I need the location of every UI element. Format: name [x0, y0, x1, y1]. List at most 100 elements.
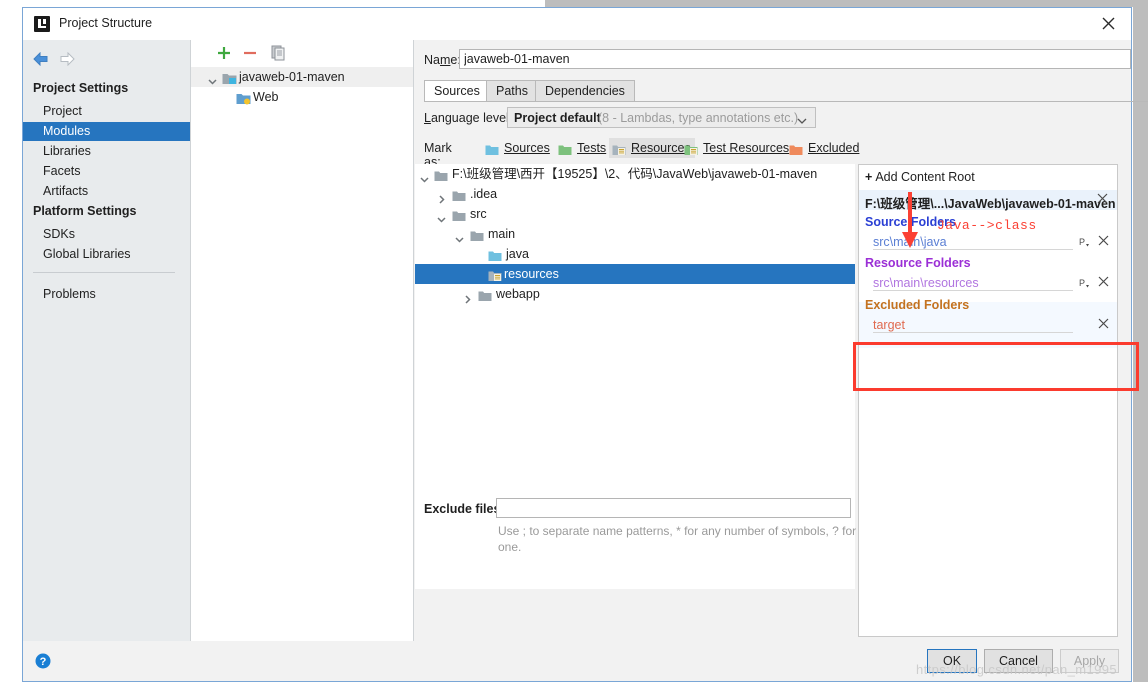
resources-folder-icon [612, 142, 626, 155]
tab-sources[interactable]: Sources [424, 80, 490, 102]
module-name-input[interactable] [459, 49, 1131, 69]
chevron-down-icon[interactable] [437, 210, 446, 223]
content-tree-row[interactable]: main [415, 224, 855, 244]
content-root-path: F:\班级管理\西开【19525】\2、代码\JavaWeb\javaweb-0… [452, 167, 818, 181]
content-root-row[interactable]: F:\班级管理\...\JavaWeb\javaweb-01-maven [859, 190, 1117, 211]
sidebar-item-artifacts[interactable]: Artifacts [23, 182, 190, 201]
close-icon[interactable] [1098, 318, 1109, 332]
sources-folder-icon [485, 142, 499, 155]
chevron-down-icon [797, 114, 807, 128]
chevron-down-icon[interactable] [455, 230, 464, 243]
project-structure-dialog: Project Structure Project Settings Proje… [22, 7, 1148, 682]
help-icon[interactable]: ? [35, 653, 51, 669]
folder-icon [470, 228, 484, 241]
mark-as-tests-button[interactable]: Tests [555, 138, 610, 158]
mark-as-tests-label: Tests [577, 141, 607, 155]
tests-folder-icon [558, 142, 572, 155]
resource-folder-row[interactable]: src\main\resources P [859, 274, 1117, 293]
modules-panel: javaweb-01-maven Web [191, 40, 413, 641]
chevron-down-icon[interactable] [420, 170, 429, 183]
content-tree-label: resources [504, 267, 559, 281]
plus-icon[interactable] [215, 44, 233, 62]
content-tree-label: main [488, 227, 516, 241]
sidebar-section-platform-settings: Platform Settings [33, 204, 137, 218]
svg-text:P: P [1079, 237, 1085, 247]
exclude-files-input[interactable] [496, 498, 851, 518]
sidebar-item-sdks[interactable]: SDKs [23, 225, 190, 244]
content-tree-label: .idea [470, 187, 498, 201]
sources-folder-icon [488, 248, 502, 261]
content-tree-row[interactable]: java [415, 244, 855, 264]
content-tree-label: java [506, 247, 529, 261]
close-icon[interactable] [1087, 8, 1131, 39]
excluded-folders-title: Excluded Folders [865, 298, 970, 312]
content-tree-label: src [470, 207, 487, 221]
annotation-text: Java-->class [937, 218, 1037, 233]
back-arrow-icon[interactable] [33, 51, 49, 67]
language-level-label: Language level: [424, 111, 513, 125]
close-icon[interactable] [1098, 235, 1109, 249]
content-root-details-panel: + Add Content Root F:\班级管理\...\JavaWeb\ja… [858, 164, 1118, 637]
mark-as-excluded-button[interactable]: Excluded [786, 138, 863, 158]
content-tree-label: webapp [496, 287, 540, 301]
language-level-hint: (8 - Lambdas, type annotations etc.) [598, 111, 799, 125]
watermark: https://blog.csdn.net/pan_m1995 [916, 662, 1118, 677]
copy-icon[interactable] [269, 44, 287, 62]
svg-text:P: P [1079, 278, 1085, 288]
content-tree-row[interactable]: src [415, 204, 855, 224]
web-facet-icon [236, 91, 251, 111]
sidebar-item-facets[interactable]: Facets [23, 162, 190, 181]
settings-sidebar: Project Settings Project Modules Librari… [23, 40, 190, 641]
sidebar-item-problems[interactable]: Problems [23, 285, 190, 304]
mark-as-test-resources-button[interactable]: Test Resources [681, 138, 793, 158]
dialog-title: Project Structure [59, 16, 153, 30]
exclude-files-hint: Use ; to separate name patterns, * for a… [498, 524, 857, 554]
package-prefix-icon[interactable]: P [1079, 277, 1091, 292]
facet-name: Web [253, 90, 279, 104]
module-editor-pane: Name: Sources Paths Dependencies Languag… [414, 40, 1148, 641]
forward-arrow-icon[interactable] [59, 51, 75, 67]
close-icon[interactable] [1098, 276, 1109, 290]
folder-icon [478, 288, 492, 301]
name-label: Name: [424, 53, 461, 67]
module-name: javaweb-01-maven [239, 70, 345, 84]
sidebar-toolbar [23, 40, 190, 68]
down-arrow-annotation-icon [899, 192, 921, 253]
sidebar-item-libraries[interactable]: Libraries [23, 142, 190, 161]
tab-dependencies[interactable]: Dependencies [535, 80, 635, 102]
add-content-root-button[interactable]: + Add Content Root [865, 170, 975, 184]
source-folder-row[interactable]: src\main\java P [859, 233, 1117, 252]
module-tree-row[interactable]: javaweb-01-maven [191, 67, 413, 87]
resource-folder-path: src\main\resources [873, 276, 979, 290]
minus-icon[interactable] [241, 44, 259, 62]
content-tree-row[interactable]: .idea [415, 184, 855, 204]
package-prefix-icon[interactable]: P [1079, 236, 1091, 251]
chevron-right-icon[interactable] [463, 290, 472, 304]
language-level-select[interactable]: Project default (8 - Lambdas, type annot… [507, 107, 816, 128]
excluded-folder-row[interactable]: target [859, 316, 1117, 335]
modules-toolbar [191, 40, 413, 66]
sidebar-item-project[interactable]: Project [23, 102, 190, 121]
chevron-right-icon[interactable] [437, 190, 446, 204]
resource-folders-title: Resource Folders [865, 256, 971, 270]
mark-as-test-resources-label: Test Resources [703, 141, 790, 155]
svg-text:?: ? [40, 656, 47, 668]
close-icon[interactable] [1097, 193, 1108, 207]
sidebar-section-project-settings: Project Settings [33, 81, 129, 95]
test-resources-folder-icon [684, 142, 698, 155]
content-tree-row[interactable]: webapp [415, 284, 855, 304]
content-tree-row[interactable]: F:\班级管理\西开【19525】\2、代码\JavaWeb\javaweb-0… [415, 164, 855, 184]
mark-as-sources-button[interactable]: Sources [482, 138, 554, 158]
content-tree-row[interactable]: resources [415, 264, 855, 284]
intellij-idea-icon [34, 16, 50, 32]
folder-icon [452, 208, 466, 221]
sidebar-item-modules[interactable]: Modules [23, 122, 190, 141]
tab-paths[interactable]: Paths [486, 80, 538, 102]
resources-folder-icon [488, 268, 502, 281]
folder-icon [452, 188, 466, 201]
tabs-underline [424, 101, 1148, 102]
sidebar-divider [33, 272, 175, 273]
sidebar-item-global-libraries[interactable]: Global Libraries [23, 245, 190, 264]
excluded-folder-icon [789, 142, 803, 155]
module-tree-row[interactable]: Web [191, 87, 413, 107]
